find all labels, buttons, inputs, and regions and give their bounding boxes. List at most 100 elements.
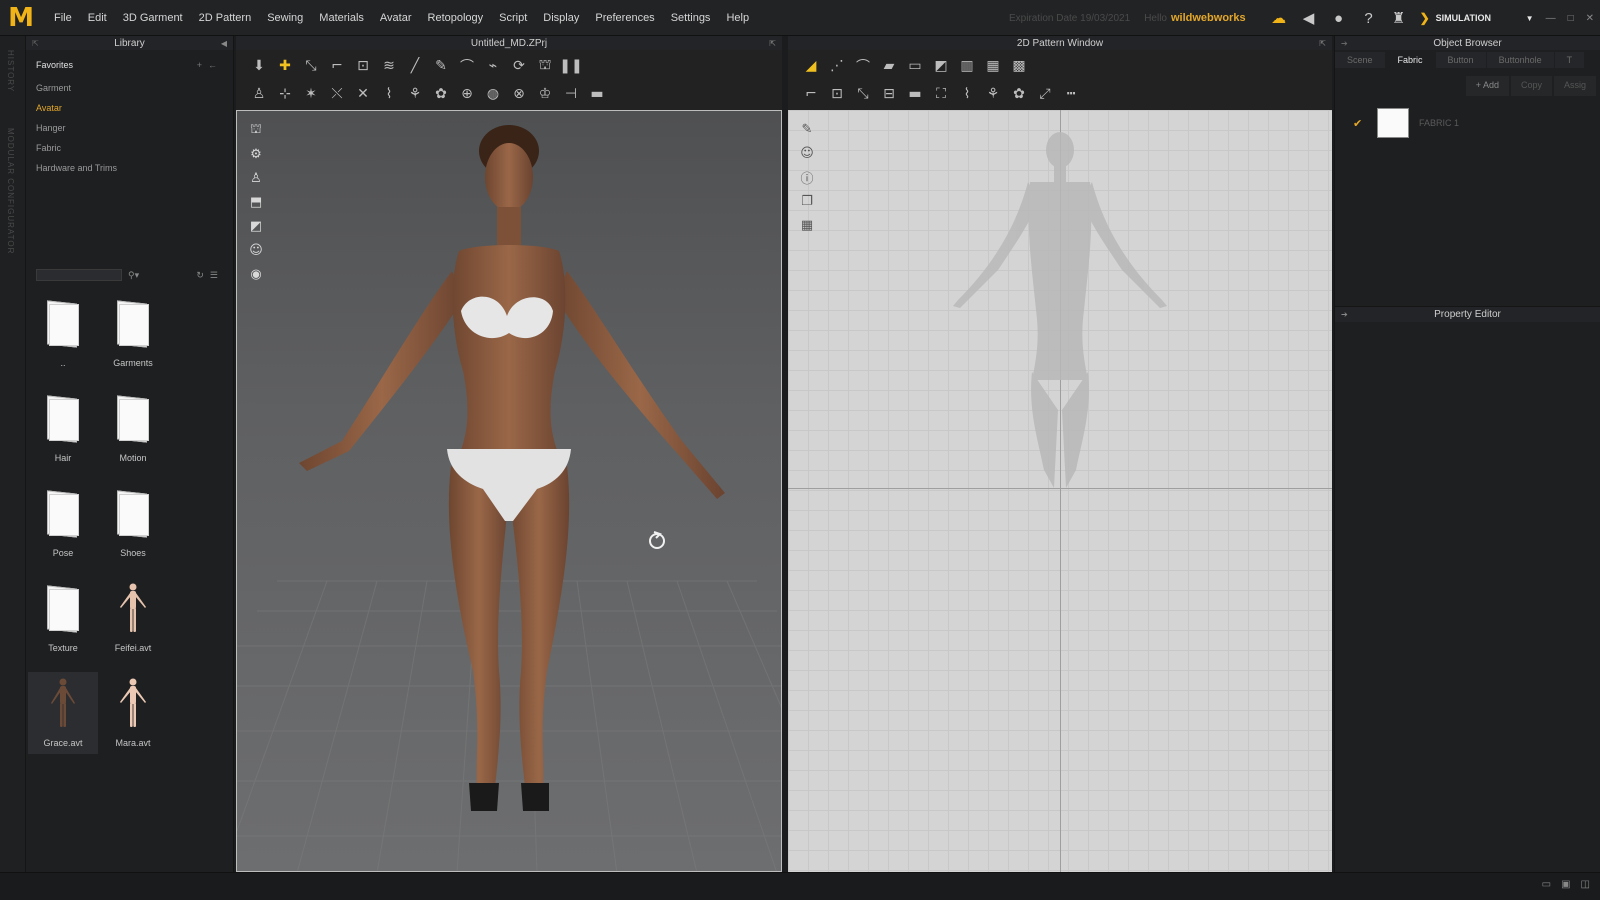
menu-edit[interactable]: Edit <box>80 12 115 24</box>
tree-item-hanger[interactable]: Hanger <box>36 118 233 138</box>
refresh-view-icons[interactable]: ↻☰ <box>196 270 224 281</box>
tree-item-hardware[interactable]: Hardware and Trims <box>36 158 233 178</box>
library-item-mara[interactable]: Mara.avt <box>98 672 168 754</box>
menu-2d-pattern[interactable]: 2D Pattern <box>191 12 260 24</box>
menu-help[interactable]: Help <box>718 12 757 24</box>
skin-view-icon[interactable]: ☺ <box>245 239 267 261</box>
menu-file[interactable]: File <box>46 12 80 24</box>
library-item-motion[interactable]: Motion <box>98 387 168 469</box>
library-item-feifei[interactable]: Feifei.avt <box>98 577 168 659</box>
fabric-list-item[interactable]: ✔ FABRIC 1 <box>1335 106 1600 140</box>
cloud-icon[interactable]: ☁ <box>1264 4 1294 32</box>
layout-single-icon[interactable]: ▭ <box>1542 879 1551 890</box>
ruler-icon[interactable]: ▥ <box>954 54 980 78</box>
menu-script[interactable]: Script <box>491 12 535 24</box>
brush-icon[interactable]: ✎ <box>428 54 454 78</box>
menu-avatar[interactable]: Avatar <box>372 12 420 24</box>
collapse-icon[interactable]: ➔ <box>1341 39 1348 48</box>
menu-retopology[interactable]: Retopology <box>420 12 492 24</box>
pin-icon[interactable]: ⌐ <box>324 54 350 78</box>
steam-icon[interactable]: ≋ <box>376 54 402 78</box>
search-icon[interactable]: ⚲▾ <box>128 270 139 281</box>
library-search-input[interactable] <box>36 269 122 281</box>
user-icon[interactable]: ● <box>1324 4 1354 32</box>
tree-item-garment[interactable]: Garment <box>36 78 233 98</box>
cross-icon[interactable]: ✕ <box>350 82 376 106</box>
announcement-icon[interactable]: ◀ <box>1294 4 1324 32</box>
layout-icon[interactable]: ▦ <box>796 214 818 236</box>
pin-box-icon[interactable]: ⊡ <box>350 54 376 78</box>
menu-settings[interactable]: Settings <box>663 12 719 24</box>
tree-item-fabric[interactable]: Fabric <box>36 138 233 158</box>
avatar-silhouette-icon[interactable]: ☺ <box>796 142 818 164</box>
transform-pattern-icon[interactable]: ◢ <box>798 54 824 78</box>
button-icon[interactable]: ⊕ <box>454 82 480 106</box>
menu-sewing[interactable]: Sewing <box>259 12 311 24</box>
favorites-controls[interactable]: +← <box>197 60 223 70</box>
copy-fabric-button[interactable]: Copy <box>1510 76 1552 96</box>
layout-3d-icon[interactable]: ▣ <box>1561 879 1570 890</box>
library-item-pose[interactable]: Pose <box>28 482 98 564</box>
rectangle-icon[interactable]: ▭ <box>902 54 928 78</box>
fold-arrangement-icon[interactable]: ⚘ <box>980 82 1006 106</box>
pleat-icon[interactable]: ⌇ <box>954 82 980 106</box>
grid-icon[interactable]: ▦ <box>980 54 1006 78</box>
skin-icon[interactable]: ⌇ <box>376 82 402 106</box>
edit-pattern-icon[interactable]: ⋰ <box>824 54 850 78</box>
menu-materials[interactable]: Materials <box>311 12 372 24</box>
pattern-view-icon[interactable]: ✎ <box>796 118 818 140</box>
collapse-icon[interactable]: ➔ <box>1341 310 1348 319</box>
seam-icon[interactable]: ⌐ <box>798 82 824 106</box>
close-button[interactable]: ✕ <box>1580 13 1600 24</box>
tape-icon[interactable]: ⌒ <box>454 54 480 78</box>
undock-icon[interactable]: ⇱ <box>32 39 39 48</box>
segment-sew-icon[interactable]: ⊡ <box>824 82 850 106</box>
edit-curvature-icon[interactable]: ⌒ <box>850 54 876 78</box>
free-sew-icon[interactable]: ⤡ <box>850 82 876 106</box>
tack-icon[interactable]: ▬ <box>902 82 928 106</box>
pause-icon[interactable]: ❚❚ <box>558 54 584 78</box>
environment-view-icon[interactable]: ◉ <box>245 263 267 285</box>
tab-topstitch[interactable]: T <box>1554 52 1585 68</box>
add-fabric-button[interactable]: + Add <box>1465 76 1509 96</box>
avatar-measure-icon[interactable]: ♙ <box>246 82 272 106</box>
library-item-texture[interactable]: Texture <box>28 577 98 659</box>
favorites-label[interactable]: Favorites <box>36 60 73 70</box>
history-tab[interactable]: HISTORY <box>6 50 15 92</box>
fold-icon[interactable]: ╱ <box>402 54 428 78</box>
measure-icon[interactable]: ⌁ <box>480 54 506 78</box>
undock-icon[interactable]: ⇱ <box>1319 39 1326 48</box>
buttonhole-icon[interactable]: ⊗ <box>506 82 532 106</box>
collapse-icon[interactable]: ◀ <box>221 39 227 48</box>
library-item-grace[interactable]: Grace.avt <box>28 672 98 754</box>
assign-fabric-button[interactable]: Assig <box>1553 76 1596 96</box>
info-icon[interactable]: ⓘ <box>796 166 818 188</box>
garment-fit-icon[interactable]: ⛫ <box>532 54 558 78</box>
tab-button[interactable]: Button <box>1435 52 1486 68</box>
dashed-line-icon[interactable]: ┅ <box>1058 82 1084 106</box>
maximize-button[interactable]: □ <box>1562 13 1580 24</box>
polygon-icon[interactable]: ▰ <box>876 54 902 78</box>
library-item-parent[interactable]: .. <box>28 292 98 374</box>
help-icon[interactable]: ? <box>1354 4 1384 32</box>
trim-icon[interactable]: ▬ <box>584 82 610 106</box>
line-icon[interactable]: ⤬ <box>324 82 350 106</box>
topstitch-icon[interactable]: ⤢ <box>1032 82 1058 106</box>
menu-display[interactable]: Display <box>535 12 587 24</box>
circle-icon[interactable]: ◍ <box>480 82 506 106</box>
select-mesh-icon[interactable]: ⬇ <box>246 54 272 78</box>
texture-view-icon[interactable]: ⚙ <box>245 143 267 165</box>
transform-icon[interactable]: ⤡ <box>298 54 324 78</box>
library-item-garments[interactable]: Garments <box>98 292 168 374</box>
copy-pattern-icon[interactable]: ❐ <box>796 190 818 212</box>
minimize-button[interactable]: — <box>1540 13 1562 24</box>
undock-icon[interactable]: ⇱ <box>769 39 776 48</box>
layout-2d-icon[interactable]: ◫ <box>1581 879 1590 890</box>
tab-fabric[interactable]: Fabric <box>1385 52 1435 68</box>
tab-scene[interactable]: Scene <box>1335 52 1385 68</box>
menu-3d-garment[interactable]: 3D Garment <box>115 12 191 24</box>
tuck-icon[interactable]: ⊣ <box>558 82 584 106</box>
edit-sew-icon[interactable]: ⊟ <box>876 82 902 106</box>
avatar-view-icon[interactable]: ♙ <box>245 167 267 189</box>
library-item-hair[interactable]: Hair <box>28 387 98 469</box>
